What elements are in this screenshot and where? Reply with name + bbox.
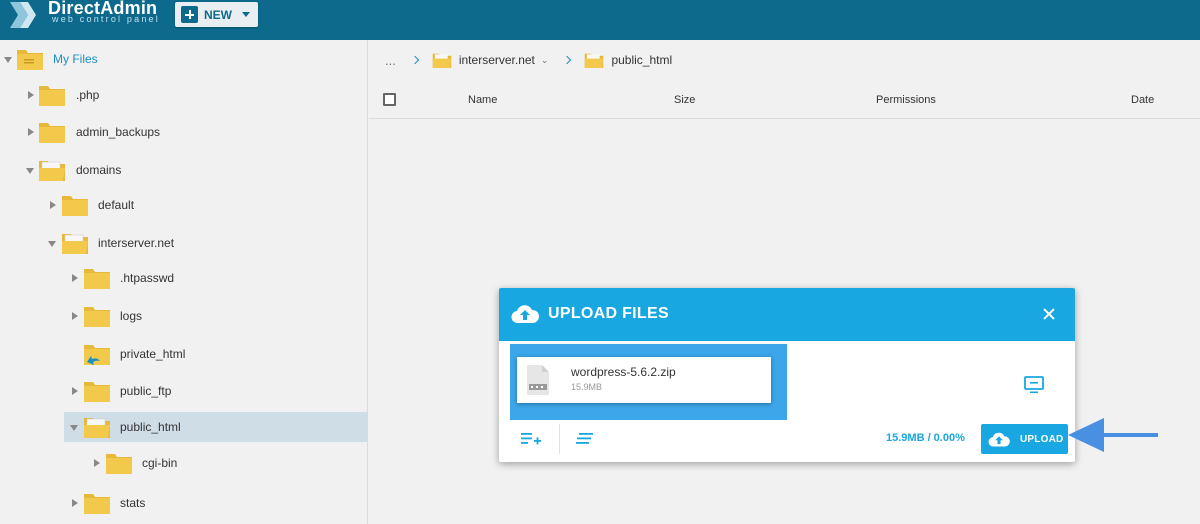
- tree-item-label: cgi-bin: [142, 456, 178, 470]
- column-header-name[interactable]: Name: [468, 94, 497, 106]
- folder-icon: [84, 307, 110, 327]
- file-name: wordpress-5.6.2.zip: [571, 365, 676, 379]
- dialog-header: UPLOAD FILES: [499, 288, 1075, 341]
- column-header-size[interactable]: Size: [674, 94, 695, 106]
- tree-item-htpasswd[interactable]: .htpasswd: [0, 263, 368, 293]
- tree-item-stats[interactable]: stats: [0, 488, 368, 518]
- cloud-upload-icon: [988, 432, 1010, 446]
- folder-icon: [39, 86, 65, 106]
- folder-open-icon: [84, 418, 110, 438]
- expand-caret-icon[interactable]: [94, 459, 100, 467]
- tree-item-label: public_html: [120, 420, 181, 434]
- upload-button-label: UPLOAD: [1020, 433, 1064, 445]
- tree-item-label: .php: [76, 88, 100, 102]
- tree-item-label: public_ftp: [120, 384, 172, 398]
- tree-item-my-files[interactable]: My Files: [0, 44, 368, 74]
- select-all-checkbox[interactable]: [383, 93, 396, 106]
- file-tree-sidebar: My Files .php admin_backups domains defa…: [0, 40, 368, 524]
- chevron-right-icon: [563, 55, 572, 65]
- tree-item-label: default: [98, 198, 135, 212]
- tree-item-default[interactable]: default: [0, 190, 368, 220]
- top-header: DirectAdmin web control panel NEW: [0, 0, 1200, 40]
- folder-icon: [39, 123, 65, 143]
- clear-list-icon[interactable]: [576, 432, 594, 446]
- upload-file-item[interactable]: wordpress-5.6.2.zip 15.9MB: [517, 357, 771, 403]
- breadcrumb-item-public-html[interactable]: public_html: [611, 53, 672, 67]
- folder-open-icon: [585, 53, 604, 68]
- new-button[interactable]: NEW: [175, 2, 258, 27]
- expand-caret-icon[interactable]: [4, 57, 12, 63]
- expand-caret-icon[interactable]: [28, 91, 34, 99]
- expand-caret-icon[interactable]: [70, 425, 78, 431]
- tree-item-label: My Files: [53, 52, 98, 66]
- column-header-permissions[interactable]: Permissions: [876, 94, 936, 106]
- tree-item-label: logs: [120, 309, 143, 323]
- tree-item-label: private_html: [120, 347, 186, 361]
- archive-file-icon: [527, 365, 549, 395]
- folder-link-icon: [84, 345, 110, 365]
- tree-item-private-html[interactable]: private_html: [0, 339, 368, 369]
- expand-caret-icon[interactable]: [50, 201, 56, 209]
- new-button-label: NEW: [204, 7, 232, 22]
- tree-item-admin-backups[interactable]: admin_backups: [0, 117, 368, 147]
- close-icon[interactable]: [1038, 303, 1060, 325]
- upload-progress-text: 15.9MB / 0.00%: [886, 432, 965, 444]
- folder-icon: [84, 494, 110, 514]
- folder-icon: [84, 269, 110, 289]
- folder-open-icon: [432, 53, 452, 68]
- tree-item-label: domains: [76, 163, 122, 177]
- upload-button[interactable]: UPLOAD: [981, 424, 1068, 454]
- breadcrumb-ellipsis[interactable]: ...: [385, 53, 396, 68]
- expand-caret-icon[interactable]: [72, 312, 78, 320]
- preview-icon[interactable]: [1024, 376, 1044, 394]
- tree-item-logs[interactable]: logs: [0, 301, 368, 331]
- tree-item-label: admin_backups: [76, 125, 161, 139]
- tree-item-label: stats: [120, 496, 146, 510]
- folder-icon: [84, 382, 110, 402]
- upload-files-dialog: UPLOAD FILES wordpress-5.6.2.zip 15.9MB …: [499, 288, 1075, 462]
- tree-item-php[interactable]: .php: [0, 80, 368, 110]
- chevron-right-icon: [410, 55, 420, 65]
- directadmin-logo[interactable]: DirectAdmin web control panel: [8, 0, 168, 34]
- expand-caret-icon[interactable]: [72, 499, 78, 507]
- caret-down-icon: [242, 12, 250, 17]
- logo-chevron-icon: [10, 2, 36, 28]
- expand-caret-icon[interactable]: [26, 168, 34, 174]
- folder-icon: [62, 196, 88, 216]
- cloud-upload-icon: [511, 305, 539, 324]
- folder-open-icon: [62, 234, 88, 254]
- column-header-date[interactable]: Date: [1131, 94, 1154, 106]
- toolbar-divider: [559, 424, 560, 454]
- dialog-title: UPLOAD FILES: [548, 305, 669, 322]
- expand-caret-icon[interactable]: [72, 274, 78, 282]
- file-size: 15.9MB: [571, 382, 603, 392]
- breadcrumb-item-interserver-net[interactable]: interserver.net: [459, 53, 535, 67]
- folder-icon: [106, 454, 132, 474]
- tree-item-label: .htpasswd: [120, 271, 175, 285]
- tree-item-interserver-net[interactable]: interserver.net: [0, 228, 368, 258]
- annotation-arrow-icon: [1068, 418, 1158, 452]
- tree-item-cgi-bin[interactable]: cgi-bin: [0, 448, 368, 478]
- plus-icon: [181, 6, 198, 23]
- tree-item-label: interserver.net: [98, 236, 175, 250]
- expand-caret-icon[interactable]: [28, 128, 34, 136]
- add-files-icon[interactable]: [521, 431, 541, 447]
- tree-item-public-ftp[interactable]: public_ftp: [0, 376, 368, 406]
- table-header: Name Size Permissions Date: [369, 85, 1200, 119]
- logo-subtitle: web control panel: [52, 14, 160, 24]
- tree-item-domains[interactable]: domains: [0, 155, 368, 185]
- tree-item-public-html[interactable]: public_html: [64, 412, 368, 442]
- expand-caret-icon[interactable]: [72, 387, 78, 395]
- folder-open-icon: [39, 161, 65, 181]
- breadcrumb: ... interserver.net ⌄ public_html: [385, 50, 672, 70]
- folder-icon: [17, 50, 43, 70]
- expand-caret-icon[interactable]: [48, 241, 56, 247]
- chevron-down-icon[interactable]: ⌄: [541, 55, 549, 66]
